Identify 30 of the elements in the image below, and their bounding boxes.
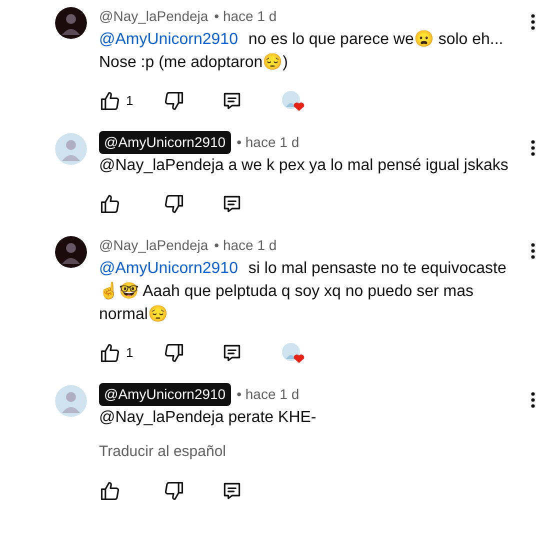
dislike-icon[interactable] — [163, 90, 185, 112]
comment-text: @AmyUnicorn2910 si lo mal pensaste no te equivocaste ☝🤓 Aaah que pelptuda q soy xq no puedo ser mas normal😔 — [99, 259, 508, 325]
comment-text: @AmyUnicorn2910 no es lo que parece we😦 solo eh... Nose :p (me adoptaron😔) — [99, 29, 504, 73]
comment-time: • hace 1 d — [236, 132, 300, 152]
dislike-icon[interactable] — [163, 193, 185, 215]
comment-text: @Nay_laPendeja perate KHE- — [99, 408, 318, 428]
comment-time: • hace 1 d — [214, 236, 277, 254]
translate-link[interactable]: Traducir al español — [99, 441, 226, 464]
dislike-icon[interactable] — [163, 480, 185, 502]
author-name[interactable]: @Nay_laPendeja — [99, 234, 208, 256]
comment-time: • hace 1 d — [214, 6, 277, 26]
like-count: 1 — [126, 344, 134, 362]
like-icon[interactable] — [99, 90, 121, 112]
reply-icon[interactable] — [221, 90, 243, 112]
dislike-icon[interactable] — [163, 342, 185, 364]
avatar-icon[interactable] — [55, 7, 87, 39]
author-name[interactable]: @AmyUnicorn2910 — [99, 382, 231, 406]
like-icon[interactable] — [99, 480, 121, 502]
reply-icon[interactable] — [221, 342, 243, 364]
like-icon[interactable] — [99, 342, 121, 364]
author-name[interactable]: @AmyUnicorn2910 — [99, 130, 231, 154]
like-count: 1 — [126, 92, 134, 110]
avatar-icon[interactable] — [55, 236, 87, 268]
comment-time: • hace 1 d — [236, 384, 300, 404]
comment-text: @Nay_laPendeja a we k pex ya lo mal pensé igual jskaks — [99, 156, 510, 176]
mention-link[interactable]: @AmyUnicorn2910 — [99, 31, 238, 48]
reply-icon[interactable] — [221, 193, 243, 215]
mention-link[interactable]: @AmyUnicorn2910 — [99, 260, 238, 277]
like-icon[interactable] — [99, 193, 121, 215]
author-name[interactable]: @Nay_laPendeja — [99, 6, 208, 26]
